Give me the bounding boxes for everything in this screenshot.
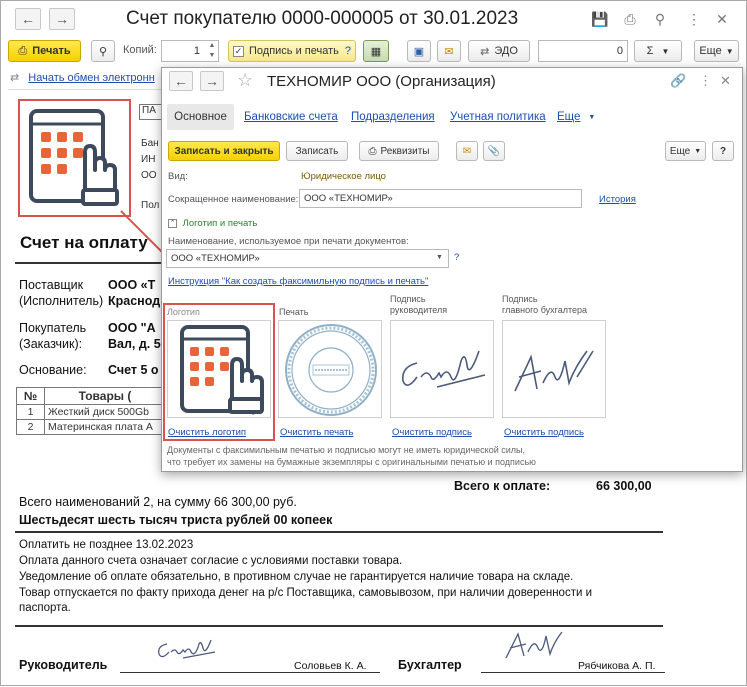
logo-highlight-frame [163,303,275,441]
tab-more[interactable]: Еще ▼ [557,104,595,130]
print-name-label: Наименование, используемое при печати до… [168,236,409,247]
arrow-left-icon: ← [174,73,188,89]
dialog-forward-button[interactable]: → [200,71,224,91]
logo-section-toggle[interactable]: ⌃ Логотип и печать [168,218,257,229]
printer-icon: ⎙ [368,145,377,157]
clear-logo-link[interactable]: Очистить логотип [168,427,246,438]
print-name-select[interactable]: ООО «ТЕХНОМИР» [166,249,449,268]
tab-bank-accounts[interactable]: Банковские счета [244,104,338,130]
requisites-button[interactable]: ⎙ Реквизиты [359,141,439,161]
head-sign-caption-2: руководителя [390,305,448,315]
link-icon[interactable]: 🔗 [670,73,686,89]
short-name-input[interactable]: ООО «ТЕХНОМИР» [299,189,582,208]
tab-main[interactable]: Основное [167,104,234,130]
invoice-window: ← → Счет покупателю 0000-000005 от 30.01… [0,0,747,686]
more-vertical-icon[interactable]: ⋮ [699,73,712,89]
help-button[interactable]: ? [712,141,734,161]
dialog-back-button[interactable]: ← [169,71,193,91]
chevron-down-icon[interactable]: ▼ [436,254,443,261]
kind-label: Вид: [168,171,188,182]
accountant-signature-box[interactable] [502,320,606,418]
tab-departments[interactable]: Подразделения [351,104,435,130]
history-link[interactable]: История [599,194,636,205]
stamp-caption: Печать [279,307,309,317]
kind-value: Юридическое лицо [301,171,386,182]
paperclip-icon: 📎 [487,145,501,157]
head-signature-image [401,350,486,388]
tab-accounting-policy[interactable]: Учетная политика [450,104,546,130]
accountant-signature-image [514,350,594,392]
organization-dialog: ← → ☆ ТЕХНОМИР ООО (Организация) 🔗 ⋮ ✕ О… [161,67,743,472]
chevron-down-icon: ▼ [588,113,596,121]
acc-sign-caption-2: главного бухгалтера [502,305,588,315]
collapse-icon: ⌃ [168,218,177,228]
head-sign-caption-1: Подпись [390,294,426,304]
attach-button[interactable]: 📎 [483,141,505,161]
stamp-image-box[interactable] [278,320,382,418]
envelope-icon: ✉ [462,145,472,157]
close-icon[interactable]: ✕ [720,73,731,89]
clear-head-signature-link[interactable]: Очистить подпись [392,427,472,438]
instruction-link[interactable]: Инструкция "Как создать факсимильную под… [168,276,428,287]
save-and-close-button[interactable]: Записать и закрыть [168,141,280,161]
chevron-down-icon: ▼ [694,147,702,155]
legal-note-2: что требует их замены на бумажные экземп… [167,457,536,467]
email-button[interactable]: ✉ [456,141,478,161]
save-button[interactable]: Записать [286,141,348,161]
head-signature-box[interactable] [390,320,494,418]
tab-more-label: Еще [557,111,581,123]
favorite-star-icon[interactable]: ☆ [237,70,253,91]
stamp-image [285,324,377,416]
dialog-more-button[interactable]: Еще ▼ [665,141,706,161]
clear-accountant-signature-link[interactable]: Очистить подпись [504,427,584,438]
clear-stamp-link[interactable]: Очистить печать [280,427,353,438]
short-name-label: Сокращенное наименование: [168,194,299,205]
dialog-title: ТЕХНОМИР ООО (Организация) [267,73,496,90]
legal-note-1: Документы с факсимильным печатью и подпи… [167,445,525,455]
arrow-right-icon: → [205,73,219,89]
acc-sign-caption-1: Подпись [502,294,538,304]
print-name-help[interactable]: ? [454,252,459,263]
